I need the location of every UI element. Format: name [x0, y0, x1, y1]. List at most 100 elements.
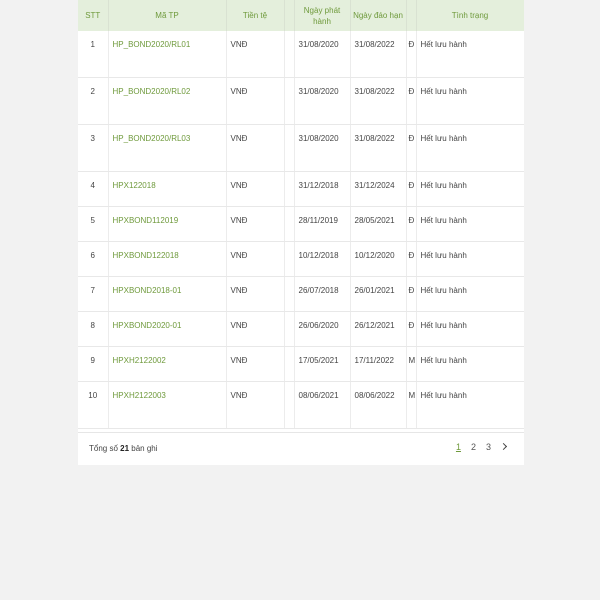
row-status: Hết lưu hành: [416, 381, 524, 429]
row-status: Hết lưu hành: [416, 346, 524, 382]
table-row: 4 HPX122018 VNĐ 31/12/2018 31/12/2024 Đ …: [78, 171, 524, 207]
row-truncated-cell: Đ: [406, 124, 417, 172]
header-maturity-date[interactable]: Ngày đáo hạn: [350, 0, 407, 31]
row-truncated-cell: Đ: [406, 77, 417, 125]
row-spacer: [284, 171, 295, 207]
row-truncated-cell: Đ: [406, 276, 417, 312]
row-maturity-date: 10/12/2020: [350, 241, 407, 277]
row-maturity-date: 28/05/2021: [350, 206, 407, 242]
row-currency: VNĐ: [226, 31, 285, 78]
row-spacer: [284, 381, 295, 429]
table-footer: Tổng số 21 bản ghi 1 2 3: [78, 432, 524, 465]
record-count-suffix: bản ghi: [131, 444, 158, 453]
table-row: 10 HPXH2122003 VNĐ 08/06/2021 08/06/2022…: [78, 381, 524, 429]
row-truncated-cell: Đ: [406, 31, 417, 78]
table-row: 8 HPXBOND2020-01 VNĐ 26/06/2020 26/12/20…: [78, 311, 524, 347]
bond-table: STT Mã TP Tiền tệ Ngày phát hành Ngày đá…: [78, 0, 524, 429]
page-2-link[interactable]: 2: [470, 441, 477, 453]
header-spacer: [284, 0, 295, 31]
row-currency: VNĐ: [226, 381, 285, 429]
row-currency: VNĐ: [226, 241, 285, 277]
row-currency: VNĐ: [226, 311, 285, 347]
record-count-prefix: Tổng số: [89, 444, 118, 453]
row-maturity-date: 31/08/2022: [350, 77, 407, 125]
row-stt: 3: [78, 124, 109, 172]
record-count-value: 21: [120, 444, 130, 453]
row-stt: 1: [78, 31, 109, 78]
row-currency: VNĐ: [226, 276, 285, 312]
table-row: 1 HP_BOND2020/RL01 VNĐ 31/08/2020 31/08/…: [78, 31, 524, 78]
row-spacer: [284, 346, 295, 382]
row-stt: 10: [78, 381, 109, 429]
bond-table-card: STT Mã TP Tiền tệ Ngày phát hành Ngày đá…: [78, 0, 524, 464]
header-stt[interactable]: STT: [78, 0, 109, 31]
row-currency: VNĐ: [226, 77, 285, 125]
pagination: 1 2 3: [455, 441, 510, 453]
row-code-link[interactable]: HPXBOND2020-01: [108, 311, 227, 347]
row-issue-date: 17/05/2021: [294, 346, 351, 382]
header-code[interactable]: Mã TP: [108, 0, 227, 31]
row-code-link[interactable]: HPX122018: [108, 171, 227, 207]
row-spacer: [284, 311, 295, 347]
table-header-row: STT Mã TP Tiền tệ Ngày phát hành Ngày đá…: [78, 0, 524, 31]
header-spacer: [406, 0, 417, 31]
row-stt: 9: [78, 346, 109, 382]
row-status: Hết lưu hành: [416, 124, 524, 172]
row-code-link[interactable]: HPXBOND2018-01: [108, 276, 227, 312]
row-code-link[interactable]: HP_BOND2020/RL02: [108, 77, 227, 125]
row-spacer: [284, 31, 295, 78]
chevron-right-icon[interactable]: [500, 441, 510, 453]
row-spacer: [284, 276, 295, 312]
row-spacer: [284, 77, 295, 125]
row-status: Hết lưu hành: [416, 241, 524, 277]
row-issue-date: 26/06/2020: [294, 311, 351, 347]
row-spacer: [284, 241, 295, 277]
page-1-link[interactable]: 1: [455, 441, 462, 453]
row-truncated-cell: M: [406, 346, 417, 382]
table-row: 2 HP_BOND2020/RL02 VNĐ 31/08/2020 31/08/…: [78, 77, 524, 125]
row-issue-date: 31/08/2020: [294, 124, 351, 172]
row-truncated-cell: Đ: [406, 311, 417, 347]
row-status: Hết lưu hành: [416, 77, 524, 125]
header-status[interactable]: Tình trạng: [416, 0, 524, 31]
row-status: Hết lưu hành: [416, 206, 524, 242]
row-code-link[interactable]: HP_BOND2020/RL01: [108, 31, 227, 78]
row-status: Hết lưu hành: [416, 276, 524, 312]
row-code-link[interactable]: HPXBOND122018: [108, 241, 227, 277]
row-truncated-cell: Đ: [406, 206, 417, 242]
row-spacer: [284, 124, 295, 172]
row-stt: 4: [78, 171, 109, 207]
record-count: Tổng số 21 bản ghi: [89, 444, 158, 453]
row-spacer: [284, 206, 295, 242]
row-stt: 8: [78, 311, 109, 347]
table-row: 3 HP_BOND2020/RL03 VNĐ 31/08/2020 31/08/…: [78, 124, 524, 172]
row-status: Hết lưu hành: [416, 311, 524, 347]
row-currency: VNĐ: [226, 124, 285, 172]
row-stt: 7: [78, 276, 109, 312]
row-maturity-date: 31/08/2022: [350, 31, 407, 78]
row-code-link[interactable]: HPXBOND112019: [108, 206, 227, 242]
row-issue-date: 28/11/2019: [294, 206, 351, 242]
row-issue-date: 26/07/2018: [294, 276, 351, 312]
row-status: Hết lưu hành: [416, 31, 524, 78]
row-truncated-cell: Đ: [406, 171, 417, 207]
row-issue-date: 08/06/2021: [294, 381, 351, 429]
row-code-link[interactable]: HP_BOND2020/RL03: [108, 124, 227, 172]
header-currency[interactable]: Tiền tệ: [226, 0, 285, 31]
row-maturity-date: 31/12/2024: [350, 171, 407, 207]
row-status: Hết lưu hành: [416, 171, 524, 207]
row-maturity-date: 17/11/2022: [350, 346, 407, 382]
table-row: 5 HPXBOND112019 VNĐ 28/11/2019 28/05/202…: [78, 206, 524, 242]
row-maturity-date: 31/08/2022: [350, 124, 407, 172]
row-issue-date: 31/12/2018: [294, 171, 351, 207]
table-row: 9 HPXH2122002 VNĐ 17/05/2021 17/11/2022 …: [78, 346, 524, 382]
page-3-link[interactable]: 3: [485, 441, 492, 453]
row-stt: 6: [78, 241, 109, 277]
row-code-link[interactable]: HPXH2122003: [108, 381, 227, 429]
row-stt: 2: [78, 77, 109, 125]
row-code-link[interactable]: HPXH2122002: [108, 346, 227, 382]
header-issue-date[interactable]: Ngày phát hành: [294, 0, 351, 31]
row-issue-date: 31/08/2020: [294, 77, 351, 125]
table-row: 6 HPXBOND122018 VNĐ 10/12/2018 10/12/202…: [78, 241, 524, 277]
row-currency: VNĐ: [226, 171, 285, 207]
